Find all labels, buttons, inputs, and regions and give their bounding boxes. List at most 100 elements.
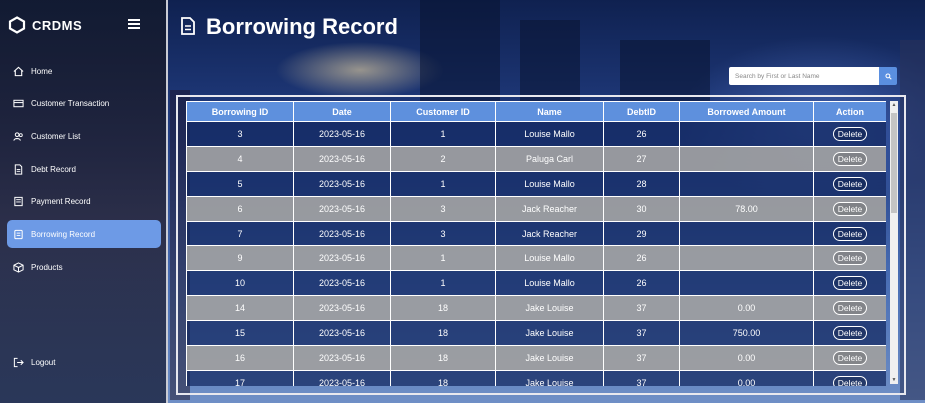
cell-name: Louise Mallo xyxy=(495,245,604,272)
page-title-icon xyxy=(180,17,196,35)
sidebar-item-label: Borrowing Record xyxy=(31,229,96,239)
record-icon xyxy=(13,229,24,240)
cell-borrowing-id: 14 xyxy=(186,295,294,322)
delete-button[interactable]: Delete xyxy=(832,375,868,386)
sidebar-item-label: Logout xyxy=(31,357,56,367)
cell-date: 2023-05-16 xyxy=(293,220,391,247)
column-header-action: Action xyxy=(813,101,886,122)
cell-borrowed-amount: 750.00 xyxy=(679,320,814,347)
sidebar-item-debt-record[interactable]: Debt Record xyxy=(7,155,161,183)
cell-borrowing-id: 5 xyxy=(186,170,294,197)
delete-button[interactable]: Delete xyxy=(832,326,868,341)
cell-borrowing-id: 4 xyxy=(186,145,294,172)
cell-name: Jake Louise xyxy=(495,369,604,386)
sidebar-item-label: Debt Record xyxy=(31,164,76,174)
cell-customer-id: 1 xyxy=(390,245,496,272)
cell-date: 2023-05-16 xyxy=(293,369,391,386)
cell-name: Jack Reacher xyxy=(495,195,604,222)
column-header-debt-id[interactable]: DebtID xyxy=(603,101,680,122)
sidebar-item-logout[interactable]: Logout xyxy=(7,348,161,376)
cell-action: Delete xyxy=(813,220,886,247)
box-icon xyxy=(13,261,24,273)
delete-button[interactable]: Delete xyxy=(832,151,868,166)
search-button[interactable] xyxy=(879,67,897,85)
cell-customer-id: 18 xyxy=(390,345,496,371)
hexagon-logo-icon xyxy=(8,16,26,34)
sidebar-item-label: Products xyxy=(31,262,63,272)
cell-date: 2023-05-16 xyxy=(293,295,391,322)
menu-toggle-icon[interactable] xyxy=(128,19,140,31)
cell-borrowed-amount xyxy=(679,270,814,297)
brand[interactable]: CRDMS xyxy=(8,16,82,34)
column-header-borrowed-amount[interactable]: Borrowed Amount xyxy=(679,101,814,122)
cell-borrowing-id: 3 xyxy=(186,121,294,147)
cell-customer-id: 18 xyxy=(390,295,496,322)
column-header-date[interactable]: Date xyxy=(293,101,391,122)
delete-button[interactable]: Delete xyxy=(832,226,868,241)
cell-action: Delete xyxy=(813,195,886,222)
cell-borrowing-id: 9 xyxy=(186,245,294,272)
cell-date: 2023-05-16 xyxy=(293,345,391,371)
sidebar-item-payment-record[interactable]: Payment Record xyxy=(7,187,161,215)
brand-name: CRDMS xyxy=(32,17,83,33)
sidebar-item-customer-list[interactable]: Customer List xyxy=(7,122,161,150)
scroll-up-icon[interactable]: ▲ xyxy=(890,101,898,109)
cell-date: 2023-05-16 xyxy=(293,270,391,297)
scrollbar-thumb[interactable] xyxy=(891,113,897,213)
cell-borrowed-amount xyxy=(679,245,814,272)
table-row: 14 2023-05-16 18 Jake Louise 37 0.00 Del… xyxy=(186,295,886,322)
table-row: 4 2023-05-16 2 Paluga Carl 27 Delete xyxy=(186,145,886,172)
sidebar-item-borrowing-record[interactable]: Borrowing Record xyxy=(7,220,161,248)
cell-action: Delete xyxy=(813,270,886,297)
cell-date: 2023-05-16 xyxy=(293,121,391,147)
cell-name: Louise Mallo xyxy=(495,121,604,147)
column-header-borrowing-id[interactable]: Borrowing ID xyxy=(186,101,294,122)
delete-button[interactable]: Delete xyxy=(832,301,868,316)
cell-date: 2023-05-16 xyxy=(293,245,391,272)
cell-name: Louise Mallo xyxy=(495,170,604,197)
sidebar-item-customer-transaction[interactable]: Customer Transaction xyxy=(7,89,161,117)
cell-action: Delete xyxy=(813,345,886,371)
sidebar-item-home[interactable]: Home xyxy=(7,57,161,85)
sidebar-item-products[interactable]: Products xyxy=(7,253,161,281)
table-scroll-area[interactable]: Borrowing ID Date Customer ID Name DebtI… xyxy=(186,101,886,386)
delete-button[interactable]: Delete xyxy=(832,251,868,266)
search-input[interactable] xyxy=(729,67,879,85)
delete-button[interactable]: Delete xyxy=(832,350,868,365)
delete-button[interactable]: Delete xyxy=(832,176,868,191)
cell-borrowed-amount: 0.00 xyxy=(679,345,814,371)
cell-action: Delete xyxy=(813,145,886,172)
table-row: 16 2023-05-16 18 Jake Louise 37 0.00 Del… xyxy=(186,345,886,371)
document-icon xyxy=(13,163,24,175)
cell-debt-id: 37 xyxy=(603,369,680,386)
sidebar: CRDMS Home Customer Transaction Customer… xyxy=(0,0,168,403)
cell-date: 2023-05-16 xyxy=(293,195,391,222)
column-header-name[interactable]: Name xyxy=(495,101,604,122)
cell-customer-id: 1 xyxy=(390,170,496,197)
delete-button[interactable]: Delete xyxy=(832,126,868,141)
table-panel: Borrowing ID Date Customer ID Name DebtI… xyxy=(176,95,906,395)
cell-action: Delete xyxy=(813,121,886,147)
cell-name: Jake Louise xyxy=(495,295,604,322)
delete-button[interactable]: Delete xyxy=(832,276,868,291)
cell-date: 2023-05-16 xyxy=(293,320,391,347)
borrowing-table: Borrowing ID Date Customer ID Name DebtI… xyxy=(186,101,886,386)
vertical-scrollbar[interactable]: ▲ ▼ xyxy=(890,101,898,384)
cell-debt-id: 26 xyxy=(603,245,680,272)
cell-borrowing-id: 17 xyxy=(186,369,294,386)
delete-button[interactable]: Delete xyxy=(832,201,868,216)
cell-customer-id: 18 xyxy=(390,369,496,386)
cell-name: Louise Mallo xyxy=(495,270,604,297)
cell-name: Jack Reacher xyxy=(495,220,604,247)
cell-action: Delete xyxy=(813,170,886,197)
sidebar-item-label: Customer List xyxy=(31,131,81,141)
cell-debt-id: 27 xyxy=(603,145,680,172)
cell-borrowing-id: 6 xyxy=(186,195,294,222)
search-icon xyxy=(884,67,892,85)
table-row: 9 2023-05-16 1 Louise Mallo 26 Delete xyxy=(186,245,886,272)
scroll-down-icon[interactable]: ▼ xyxy=(890,376,898,384)
column-header-customer-id[interactable]: Customer ID xyxy=(390,101,496,122)
users-icon xyxy=(13,131,24,142)
cell-name: Jake Louise xyxy=(495,345,604,371)
home-icon xyxy=(13,66,24,77)
